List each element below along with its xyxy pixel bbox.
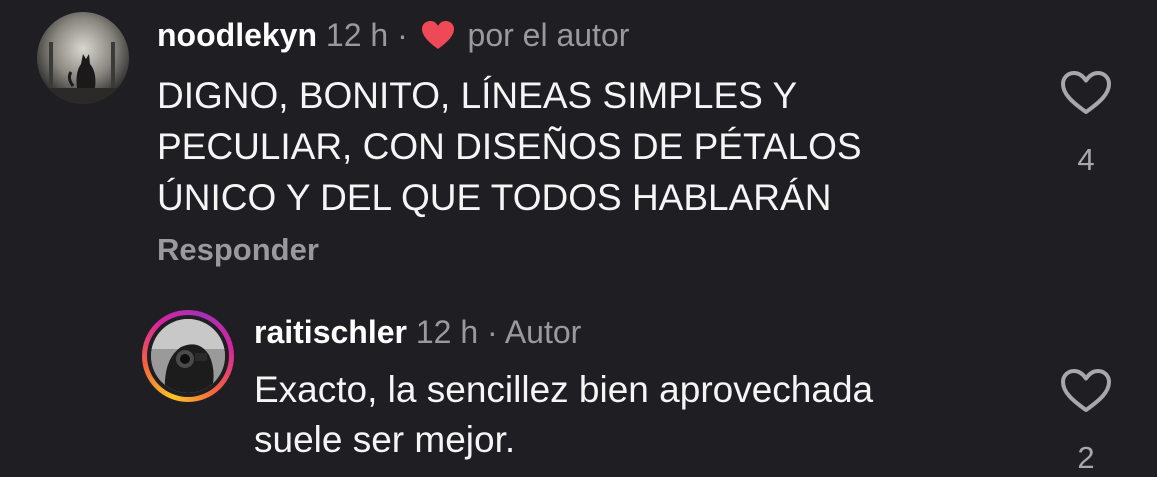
reply-button[interactable]: Responder [157,232,319,268]
reply-username[interactable]: raitischler [254,314,407,350]
reply-text: Exacto, la sencillez bien aprovechada su… [254,365,873,465]
comment-line: ÚNICO Y DEL QUE TODOS HABLARÁN [157,177,832,218]
liked-by-author-label: por el autor [467,17,630,53]
reply-like-count[interactable]: 2 [1066,440,1106,476]
comment-time: 12 h [325,17,389,53]
comment-line: PECULIAR, CON DISEÑOS DE PÉTALOS [157,126,862,167]
reply-line: Exacto, la sencillez bien aprovechada [254,369,874,410]
avatar-image [37,12,129,104]
heart-filled-icon [421,19,455,59]
reply-header: raitischler 12 h · Autor [254,312,581,352]
author-badge: Autor [504,314,582,350]
avatar-image [151,319,225,393]
separator: · [397,17,408,53]
reply-line: suele ser mejor. [254,419,516,460]
comment-like-count[interactable]: 4 [1066,142,1106,178]
avatar-raitischler [151,319,225,393]
comment-header: noodlekyn 12 h · por el autor [157,15,629,59]
comment-username[interactable]: noodlekyn [157,17,317,53]
comment-text: DIGNO, BONITO, LÍNEAS SIMPLES Y PECULIAR… [157,70,862,223]
heart-outline-icon[interactable] [1060,70,1112,121]
avatar-story-ring[interactable] [142,310,234,402]
separator: · [487,314,498,350]
reply-time: 12 h [415,314,479,350]
avatar-noodlekyn[interactable] [37,12,129,104]
heart-outline-icon[interactable] [1060,368,1112,419]
comment-line: DIGNO, BONITO, LÍNEAS SIMPLES Y [157,75,798,116]
